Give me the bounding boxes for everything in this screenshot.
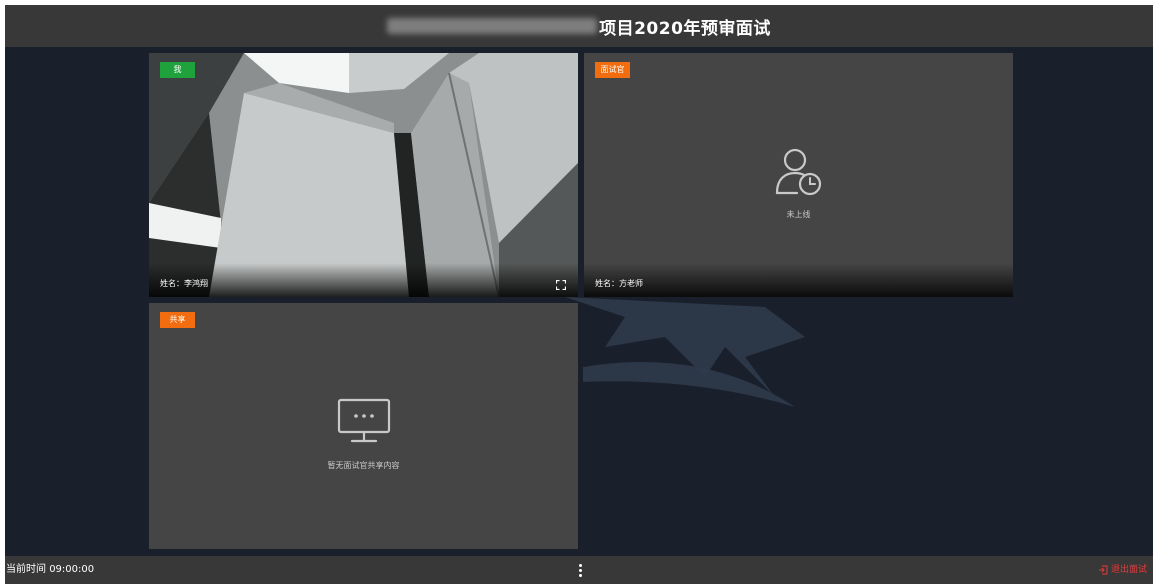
exit-label: 退出面试: [1110, 565, 1147, 575]
tile-footer: [584, 263, 1013, 297]
exit-interview-button[interactable]: 退出面试: [1098, 556, 1147, 584]
offline-status-text: 未上线: [786, 210, 811, 219]
header-bar: 项目2020年预审面试: [5, 5, 1153, 47]
name-prefix: 姓名：: [595, 279, 619, 288]
share-empty-text: 暂无面试官共享内容: [327, 461, 400, 470]
monitor-icon: [337, 398, 390, 443]
more-vertical-icon[interactable]: [577, 564, 583, 578]
screen-share-tile: 共享 暂无面试官共享内容: [149, 303, 578, 549]
share-badge: 共享: [160, 312, 195, 328]
page-title-text: 项目2020年预审面试: [599, 18, 771, 39]
current-time: 当前时间 09:00:00: [6, 556, 94, 584]
examiner-name-label: 姓名： 方老师: [595, 278, 643, 289]
interview-app: 项目2020年预审面试 我 姓名： 李鸿翔 面试官 未上线 姓名： 方老师 共享…: [5, 5, 1153, 584]
self-name: 李鸿翔: [184, 279, 208, 288]
self-badge: 我: [160, 62, 195, 78]
share-empty-state: 暂无面试官共享内容: [149, 398, 578, 471]
camera-feed: [149, 53, 578, 297]
bottom-bar: 当前时间 09:00:00 退出面试: [5, 556, 1153, 584]
examiner-offline-status: 未上线: [584, 145, 1013, 220]
examiner-name: 方老师: [619, 279, 643, 288]
self-name-label: 姓名： 李鸿翔: [160, 278, 208, 289]
tile-footer: [149, 263, 578, 297]
name-prefix: 姓名：: [160, 279, 184, 288]
video-tile-self[interactable]: 我 姓名： 李鸿翔: [149, 53, 578, 297]
exit-icon: [1098, 565, 1108, 575]
user-clock-icon: [775, 148, 821, 196]
clock-value: 09:00:00: [49, 564, 95, 575]
video-tile-examiner[interactable]: 面试官 未上线 姓名： 方老师: [584, 53, 1013, 297]
page-title: 项目2020年预审面试: [387, 14, 771, 39]
examiner-badge: 面试官: [595, 62, 630, 78]
fullscreen-icon[interactable]: [556, 280, 566, 290]
redacted-title-prefix: [387, 18, 598, 34]
clock-label: 当前时间: [6, 564, 46, 575]
